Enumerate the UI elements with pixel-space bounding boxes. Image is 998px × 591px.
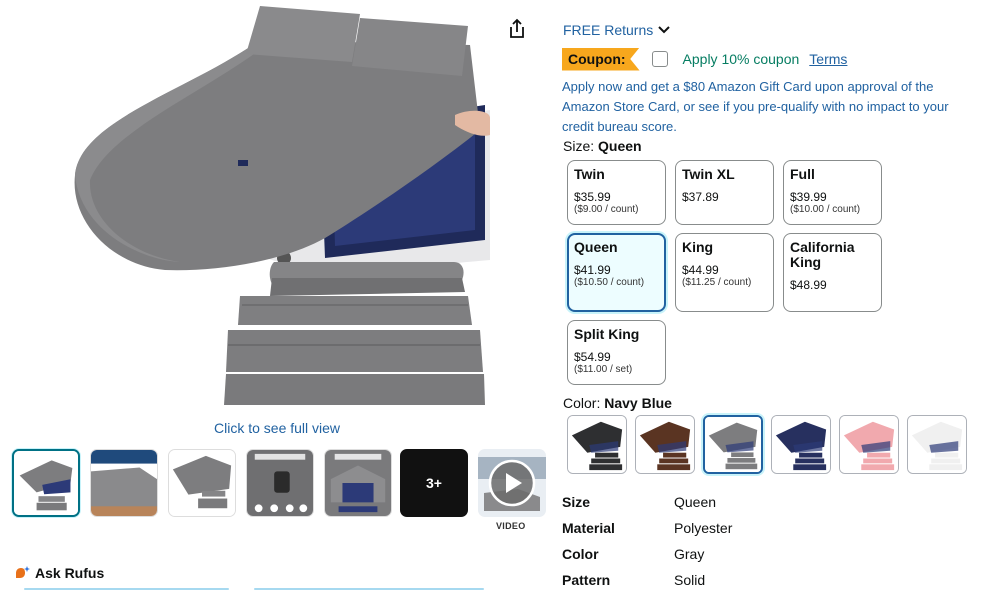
ask-rufus-label: Ask Rufus bbox=[35, 565, 105, 581]
size-option-price: $54.99 bbox=[574, 350, 611, 364]
color-swatch[interactable] bbox=[839, 415, 899, 474]
spec-key: Color bbox=[562, 546, 599, 562]
size-option-name: Queen bbox=[574, 239, 618, 255]
full-view-link[interactable]: Click to see full view bbox=[214, 420, 340, 436]
size-option-price: $44.99 bbox=[682, 263, 719, 277]
share-icon[interactable] bbox=[505, 17, 529, 41]
product-main-image[interactable] bbox=[70, 0, 490, 410]
coupon-terms-link[interactable]: Terms bbox=[809, 51, 847, 67]
size-option-twin[interactable]: Twin $35.99 ($9.00 / count) bbox=[567, 160, 666, 225]
video-label: VIDEO bbox=[496, 521, 526, 531]
spec-value: Gray bbox=[674, 546, 705, 562]
size-option-split-king[interactable]: Split King $54.99 ($11.00 / set) bbox=[567, 320, 666, 385]
coupon-checkbox-label[interactable]: Apply 10% coupon bbox=[683, 51, 800, 67]
thumbnail-image[interactable] bbox=[324, 449, 392, 517]
size-option-california-king[interactable]: California King $48.99 bbox=[783, 233, 882, 312]
thumbnail-image[interactable] bbox=[12, 449, 80, 517]
size-option-price: $35.99 bbox=[574, 190, 611, 204]
color-label: Color: Navy Blue bbox=[563, 395, 672, 411]
color-swatch[interactable] bbox=[567, 415, 627, 474]
color-selected-value: Navy Blue bbox=[604, 395, 672, 411]
spec-value: Solid bbox=[674, 572, 706, 588]
spec-value: Queen bbox=[674, 494, 717, 510]
video-thumbnail[interactable] bbox=[478, 449, 546, 517]
spec-key: Material bbox=[562, 520, 615, 536]
free-returns-label: FREE Returns bbox=[563, 22, 654, 38]
size-option-unit-price: ($9.00 / count) bbox=[574, 204, 639, 215]
thumbnail-image[interactable] bbox=[246, 449, 314, 517]
more-images-thumbnail[interactable]: 3+ bbox=[400, 449, 468, 517]
size-option-unit-price: ($11.00 / set) bbox=[574, 364, 633, 375]
size-option-name: Twin bbox=[574, 166, 605, 182]
spec-key: Pattern bbox=[562, 572, 611, 588]
free-returns-link[interactable]: FREE Returns bbox=[563, 22, 670, 38]
color-swatch[interactable] bbox=[907, 415, 967, 474]
coupon-badge: Coupon: bbox=[562, 47, 640, 71]
color-swatch[interactable] bbox=[703, 415, 763, 474]
size-label: Size: Queen bbox=[563, 138, 642, 154]
size-option-unit-price: ($10.50 / count) bbox=[574, 277, 645, 288]
ask-rufus-button[interactable]: Ask Rufus bbox=[14, 565, 104, 581]
rufus-sparkle-icon bbox=[16, 566, 30, 578]
size-option-name: Full bbox=[790, 166, 815, 182]
coupon-row: Coupon: Apply 10% coupon Terms bbox=[562, 47, 847, 71]
color-swatch[interactable] bbox=[635, 415, 695, 474]
size-option-unit-price: ($10.00 / count) bbox=[790, 204, 861, 215]
size-selected-value: Queen bbox=[598, 138, 642, 154]
size-option-price: $39.99 bbox=[790, 190, 827, 204]
size-option-price: $41.99 bbox=[574, 263, 611, 277]
size-option-name: King bbox=[682, 239, 714, 255]
more-count-label: 3+ bbox=[426, 475, 442, 491]
size-option-price: $37.89 bbox=[682, 190, 719, 204]
size-option-price: $48.99 bbox=[790, 278, 827, 292]
store-card-promo-link[interactable]: Apply now and get a $80 Amazon Gift Card… bbox=[562, 77, 972, 137]
size-option-twin-xl[interactable]: Twin XL $37.89 bbox=[675, 160, 774, 225]
size-option-unit-price: ($11.25 / count) bbox=[682, 277, 752, 288]
size-option-full[interactable]: Full $39.99 ($10.00 / count) bbox=[783, 160, 882, 225]
size-option-name: Twin XL bbox=[682, 166, 735, 182]
thumbnail-image[interactable] bbox=[168, 449, 236, 517]
chevron-down-icon bbox=[658, 26, 670, 34]
size-option-queen[interactable]: Queen $41.99 ($10.50 / count) bbox=[567, 233, 666, 312]
thumbnail-image[interactable] bbox=[90, 449, 158, 517]
size-option-name: Split King bbox=[574, 326, 640, 342]
color-swatch[interactable] bbox=[771, 415, 831, 474]
size-option-king[interactable]: King $44.99 ($11.25 / count) bbox=[675, 233, 774, 312]
size-option-name: California King bbox=[790, 239, 855, 270]
spec-value: Polyester bbox=[674, 520, 733, 536]
coupon-checkbox[interactable] bbox=[651, 51, 668, 67]
spec-key: Size bbox=[562, 494, 591, 510]
